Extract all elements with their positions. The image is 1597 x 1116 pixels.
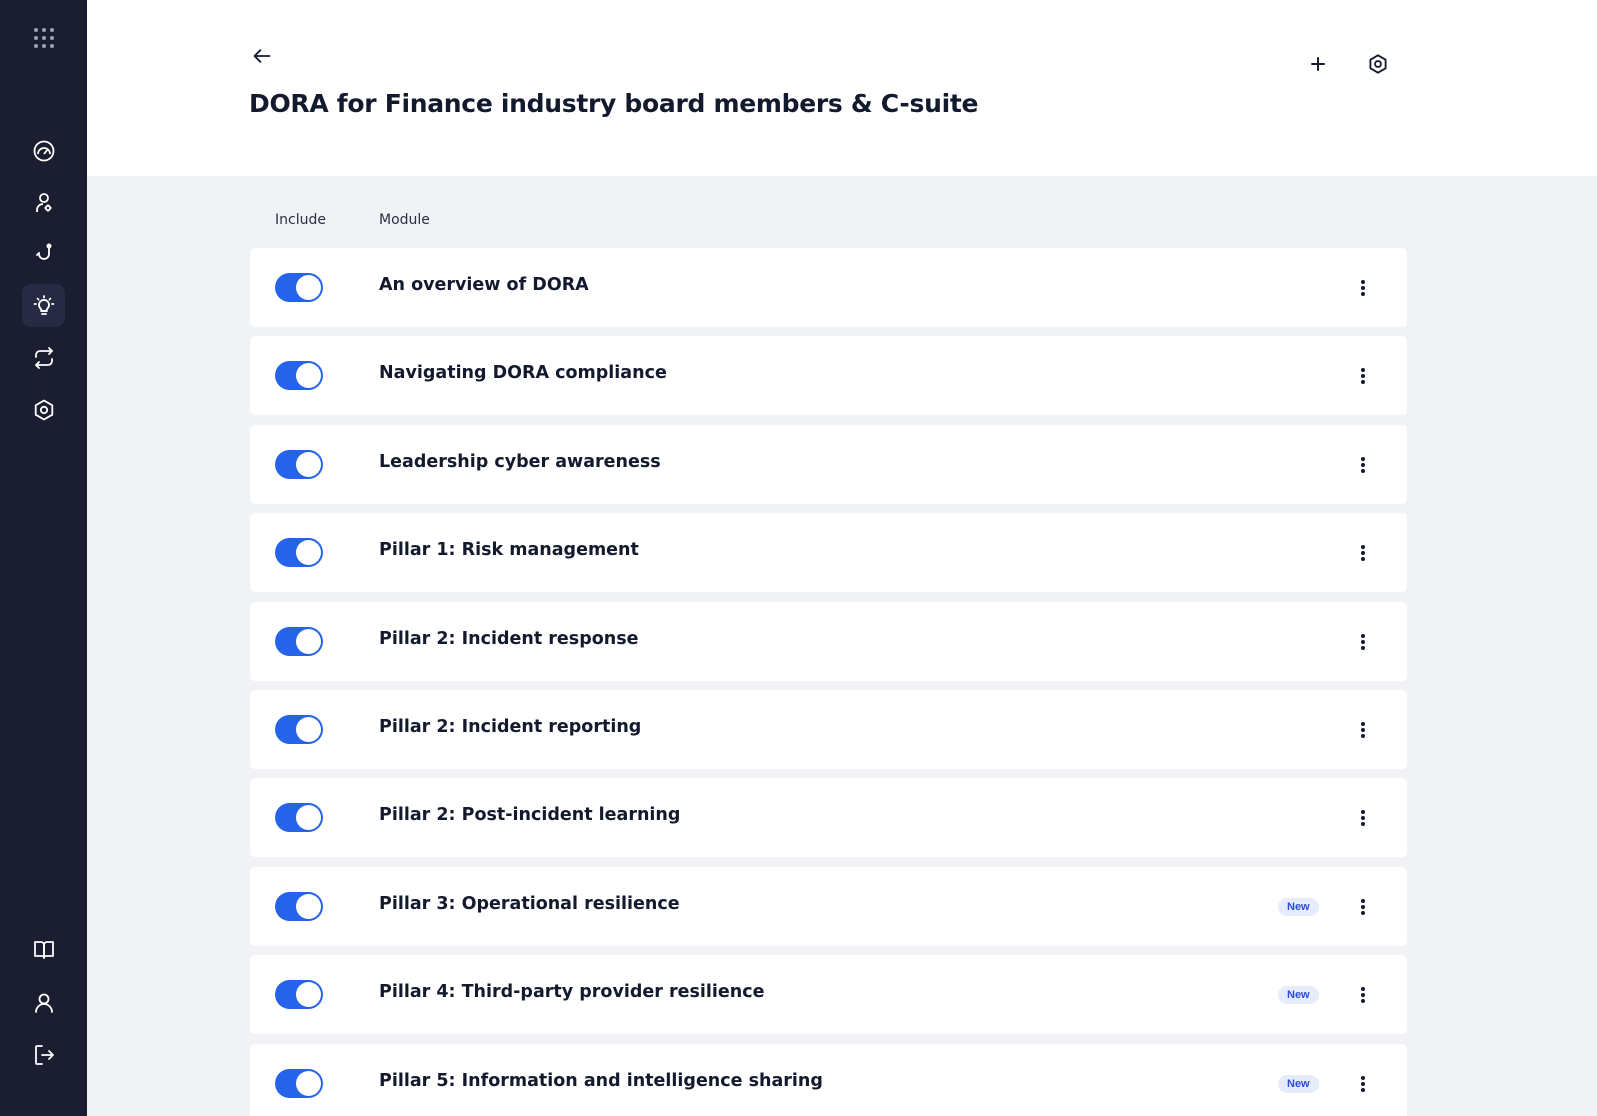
module-title: Pillar 5: Information and intelligence s… bbox=[379, 1070, 823, 1091]
module-row: Pillar 2: Post-incident learning bbox=[250, 778, 1407, 858]
row-menu-button[interactable] bbox=[1351, 539, 1375, 567]
hexagon-settings-icon bbox=[1369, 54, 1387, 74]
row-menu-button[interactable] bbox=[1351, 362, 1375, 390]
include-toggle[interactable] bbox=[275, 538, 323, 568]
include-toggle[interactable] bbox=[275, 449, 323, 479]
module-row: Pillar 2: Incident reporting bbox=[250, 689, 1407, 769]
new-badge: New bbox=[1278, 897, 1319, 916]
kebab-icon bbox=[1361, 545, 1365, 562]
toggle-knob bbox=[296, 540, 321, 566]
module-title: Pillar 2: Incident response bbox=[379, 628, 639, 649]
module-row: Navigating DORA compliance bbox=[250, 336, 1407, 416]
include-toggle[interactable] bbox=[275, 891, 323, 921]
page-header: DORA for Finance industry board members … bbox=[87, 0, 1597, 176]
kebab-icon bbox=[1361, 633, 1365, 650]
lightbulb-icon bbox=[33, 294, 54, 315]
toggle-knob bbox=[296, 275, 321, 300]
sidebar-item-profile[interactable] bbox=[22, 981, 65, 1024]
include-toggle[interactable] bbox=[275, 980, 323, 1010]
sidebar bbox=[0, 0, 87, 1116]
row-menu-button[interactable] bbox=[1351, 804, 1375, 832]
repeat-icon bbox=[34, 346, 53, 369]
module-row: Pillar 3: Operational resilience New bbox=[250, 866, 1407, 946]
toggle-knob bbox=[296, 716, 321, 742]
new-badge: New bbox=[1278, 1074, 1319, 1093]
dashboard-icon bbox=[33, 140, 54, 161]
kebab-icon bbox=[1361, 898, 1365, 915]
apps-grid-button[interactable] bbox=[22, 16, 65, 59]
kebab-icon bbox=[1361, 1075, 1365, 1092]
plus-icon bbox=[1311, 57, 1325, 71]
kebab-icon bbox=[1361, 368, 1365, 385]
sidebar-item-settings[interactable] bbox=[22, 388, 65, 431]
sidebar-item-training[interactable] bbox=[22, 284, 65, 327]
kebab-icon bbox=[1361, 280, 1365, 296]
kebab-icon bbox=[1361, 721, 1365, 738]
kebab-icon bbox=[1361, 987, 1365, 1004]
settings-button[interactable] bbox=[1362, 48, 1394, 80]
toggle-knob bbox=[296, 628, 321, 654]
row-menu-button[interactable] bbox=[1351, 628, 1375, 656]
sidebar-item-phishing[interactable] bbox=[22, 232, 65, 275]
toggle-knob bbox=[296, 982, 321, 1008]
row-menu-button[interactable] bbox=[1351, 893, 1375, 921]
module-title: Pillar 3: Operational resilience bbox=[379, 893, 680, 914]
kebab-icon bbox=[1361, 810, 1365, 827]
include-toggle[interactable] bbox=[275, 626, 323, 656]
include-toggle[interactable] bbox=[275, 273, 323, 302]
toggle-knob bbox=[296, 1070, 321, 1096]
module-row: Pillar 2: Incident response bbox=[250, 601, 1407, 681]
module-title: Pillar 1: Risk management bbox=[379, 540, 639, 561]
row-menu-button[interactable] bbox=[1351, 451, 1375, 479]
row-menu-button[interactable] bbox=[1351, 981, 1375, 1009]
grid-dots-icon bbox=[33, 27, 54, 48]
row-menu-button[interactable] bbox=[1351, 274, 1375, 302]
hexagon-settings-icon bbox=[34, 399, 53, 420]
toggle-knob bbox=[296, 893, 321, 919]
module-row: An overview of DORA bbox=[250, 248, 1407, 327]
module-row: Pillar 5: Information and intelligence s… bbox=[250, 1043, 1407, 1116]
back-arrow-icon bbox=[253, 49, 271, 63]
include-toggle[interactable] bbox=[275, 803, 323, 833]
toggle-knob bbox=[296, 451, 321, 477]
module-title: Navigating DORA compliance bbox=[379, 363, 667, 384]
include-toggle[interactable] bbox=[275, 1068, 323, 1098]
book-icon bbox=[33, 940, 54, 959]
sidebar-item-dashboard[interactable] bbox=[22, 129, 65, 172]
module-title: Leadership cyber awareness bbox=[379, 451, 661, 472]
kebab-icon bbox=[1361, 456, 1365, 473]
module-title: An overview of DORA bbox=[379, 275, 589, 295]
users-settings-icon bbox=[35, 192, 51, 212]
add-module-button[interactable] bbox=[1302, 48, 1334, 80]
module-list: An overview of DORA Navigating DORA compl… bbox=[250, 248, 1407, 1116]
page-title: DORA for Finance industry board members … bbox=[249, 89, 979, 118]
row-menu-button[interactable] bbox=[1351, 1070, 1375, 1098]
module-column-header: Module bbox=[379, 212, 430, 228]
user-icon bbox=[34, 993, 53, 1013]
sidebar-item-docs[interactable] bbox=[22, 928, 65, 971]
module-row: Pillar 1: Risk management bbox=[250, 513, 1407, 593]
logout-icon bbox=[34, 1044, 54, 1065]
row-menu-button[interactable] bbox=[1351, 716, 1375, 744]
module-title: Pillar 2: Incident reporting bbox=[379, 716, 642, 737]
toggle-knob bbox=[296, 363, 321, 389]
include-toggle[interactable] bbox=[275, 714, 323, 744]
new-badge: New bbox=[1278, 986, 1319, 1005]
module-row: Pillar 4: Third-party provider resilienc… bbox=[250, 955, 1407, 1035]
hook-icon bbox=[35, 243, 51, 260]
toggle-knob bbox=[296, 805, 321, 831]
module-title: Pillar 4: Third-party provider resilienc… bbox=[379, 982, 765, 1003]
module-title: Pillar 2: Post-incident learning bbox=[379, 805, 681, 826]
include-toggle[interactable] bbox=[275, 361, 323, 391]
sidebar-item-automation[interactable] bbox=[22, 336, 65, 379]
module-row: Leadership cyber awareness bbox=[250, 424, 1407, 504]
back-button[interactable] bbox=[247, 42, 277, 70]
sidebar-item-users[interactable] bbox=[22, 181, 65, 224]
sidebar-item-logout[interactable] bbox=[22, 1033, 65, 1076]
include-column-header: Include bbox=[275, 212, 326, 228]
